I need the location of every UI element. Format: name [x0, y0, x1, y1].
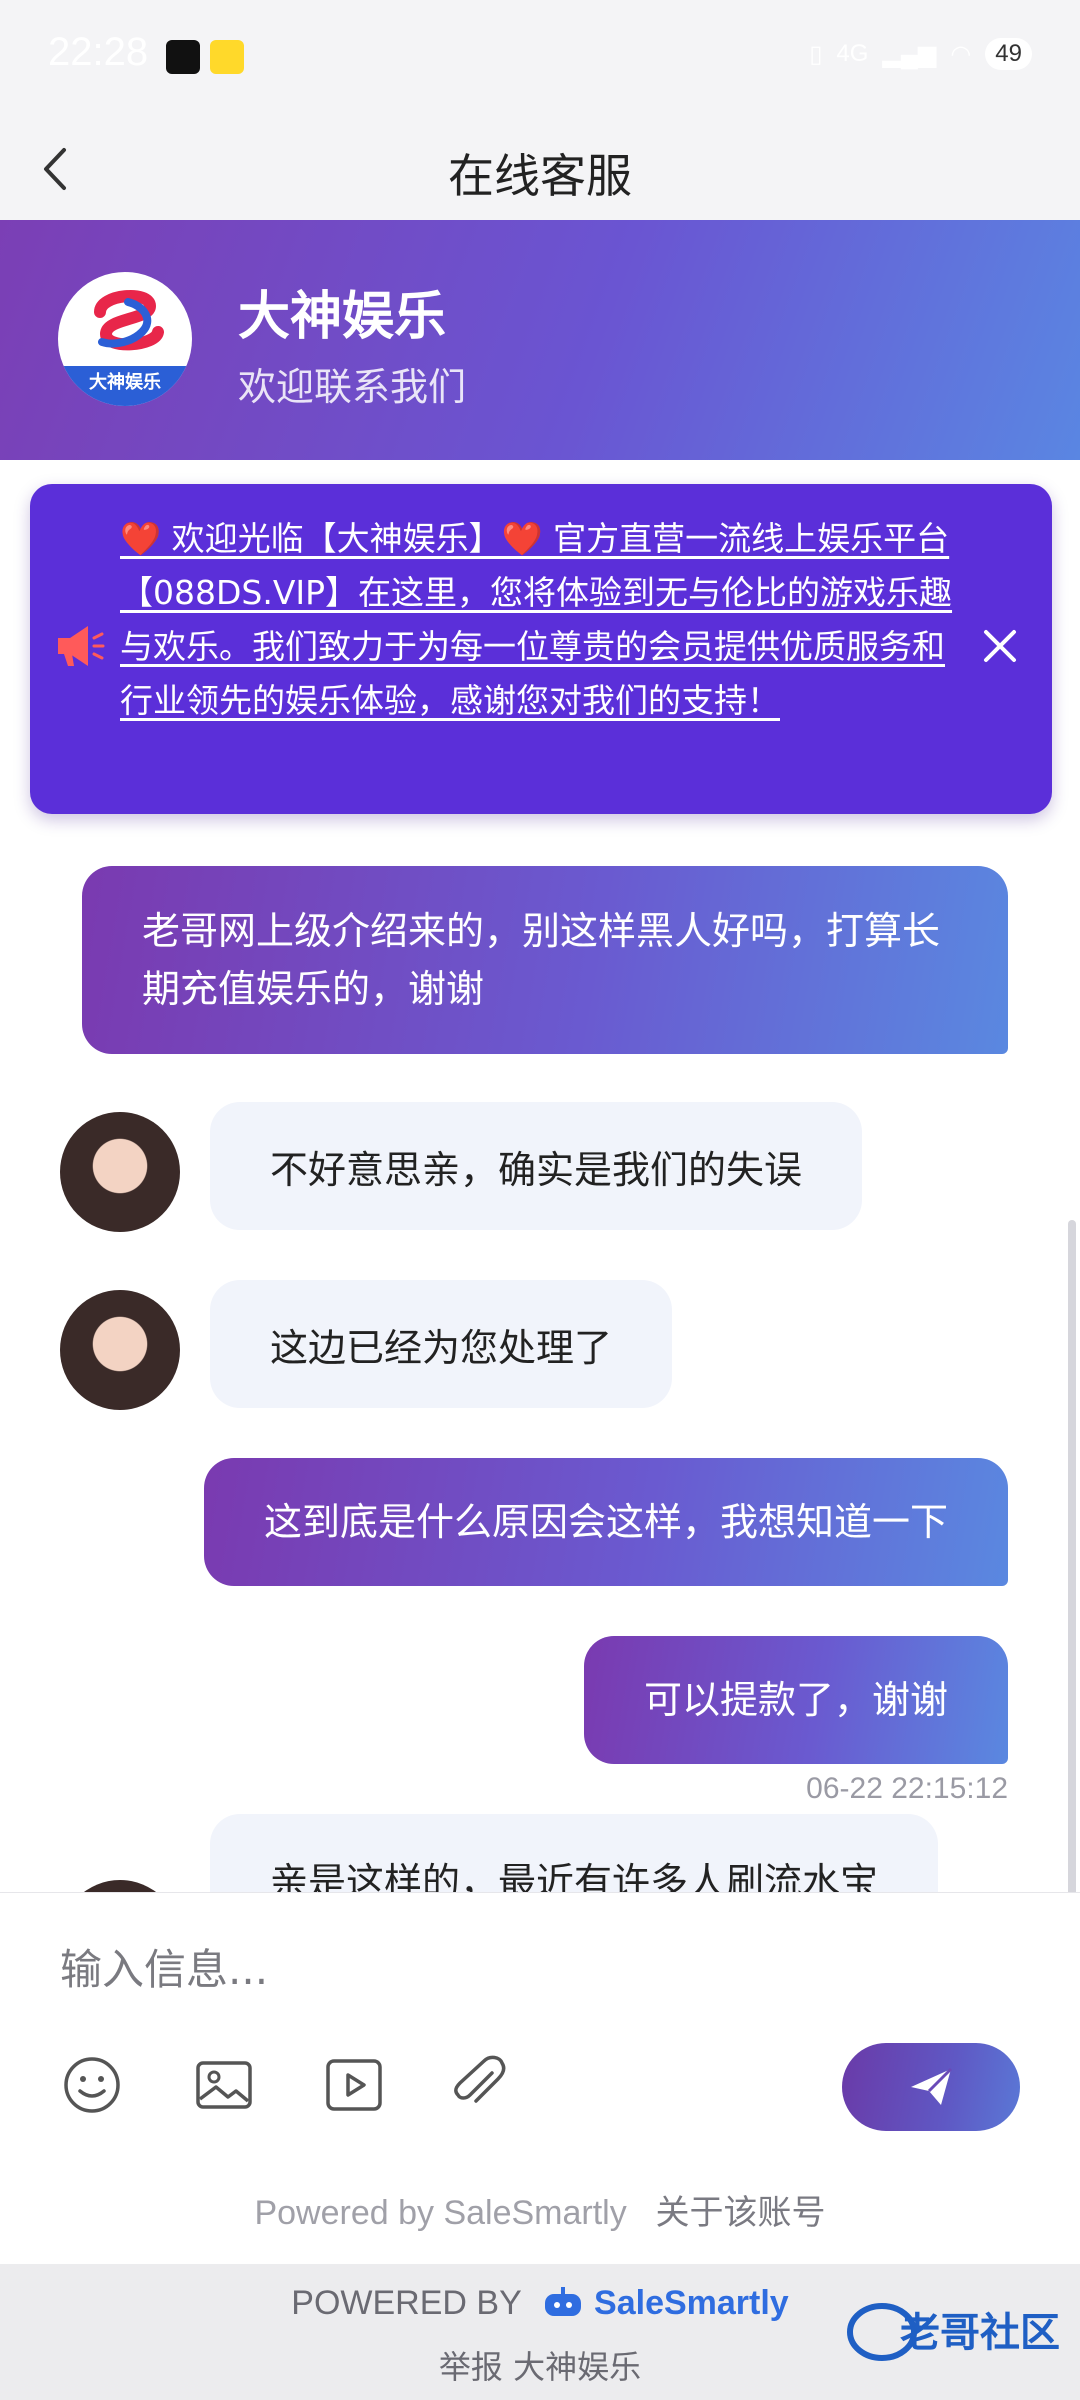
agent-avatar	[60, 1112, 180, 1232]
wifi-icon: ◠	[950, 40, 972, 68]
network-type-icon: 4G	[836, 40, 869, 67]
page-title: 在线客服	[448, 149, 632, 203]
watermark-text: 老哥社区	[900, 2310, 1060, 2356]
signal-icon: ▂▄▆	[882, 40, 937, 68]
announcement-banner[interactable]: ❤️ 欢迎光临【大神娱乐】❤️ 官方直营一流线上娱乐平台【088DS.VIP】在…	[30, 484, 1052, 814]
message-bubble-outgoing: 这到底是什么原因会这样，我想知道一下	[203, 1458, 1008, 1586]
message-text: 不好意思亲，确实是我们的失误	[270, 1147, 803, 1192]
megaphone-icon	[58, 626, 105, 666]
robot-icon	[544, 2287, 581, 2316]
message-text: 老哥网上级介绍来的，别这样黑人好吗，打算长期充值娱乐的，谢谢	[142, 909, 941, 1011]
status-time: 22:28	[48, 30, 149, 74]
salesmartly-brand-text: SaleSmartly	[594, 2284, 789, 2322]
image-icon[interactable]	[192, 2053, 256, 2117]
tiktok-icon	[166, 40, 200, 74]
watermark-logo: 老哥社区	[847, 2303, 1060, 2361]
message-input[interactable]	[60, 1929, 960, 2009]
message-composer: Powered by SaleSmartly 关于该账号	[0, 1892, 1080, 2264]
app-notification-icon	[210, 40, 244, 74]
brand-logo: 大神娱乐	[58, 272, 192, 406]
send-icon	[911, 2067, 953, 2105]
message-bubble-outgoing: 老哥网上级介绍来的，别这样黑人好吗，打算长期充值娱乐的，谢谢	[82, 866, 1008, 1054]
page-footer: POWERED BY SaleSmartly 举报 大神娱乐 老哥社区	[0, 2264, 1080, 2400]
emoji-icon[interactable]	[60, 2053, 124, 2117]
message-bubble-incoming: 不好意思亲，确实是我们的失误	[210, 1102, 863, 1230]
agent-avatar	[60, 1290, 180, 1410]
message-text: 亲是这样的，最近有许多人刷流水宝	[270, 1859, 879, 1893]
message-text: 可以提款了，谢谢	[643, 1678, 948, 1722]
brand-subtitle: 欢迎联系我们	[238, 365, 467, 409]
message-bubble-incoming: 这边已经为您处理了	[210, 1280, 673, 1408]
video-icon[interactable]	[322, 2053, 386, 2117]
message-bubble-outgoing: 可以提款了，谢谢	[583, 1636, 1008, 1764]
message-bubble-incoming: 亲是这样的，最近有许多人刷流水宝	[210, 1814, 939, 1893]
about-account-link[interactable]: 关于该账号	[656, 2193, 826, 2233]
message-text: 这到底是什么原因会这样，我想知道一下	[263, 1500, 948, 1544]
logo-label: 大神娱乐	[58, 366, 192, 406]
battery-indicator: 49	[985, 38, 1032, 70]
chat-scrollbar[interactable]	[1068, 1220, 1076, 1892]
announcement-text[interactable]: ❤️ 欢迎光临【大神娱乐】❤️ 官方直营一流线上娱乐平台【088DS.VIP】在…	[120, 512, 970, 728]
agent-avatar	[60, 1880, 180, 1892]
vibrate-icon: ▯	[809, 40, 823, 68]
message-text: 这边已经为您处理了	[270, 1325, 613, 1370]
message-timestamp: 06-22 22:15:12	[806, 1772, 1008, 1805]
footer-powered-label: POWERED BY	[291, 2284, 522, 2322]
logo-mark-icon	[94, 290, 164, 351]
brand-name: 大神娱乐	[238, 287, 447, 347]
nav-bar: 在线客服	[0, 118, 1080, 220]
attachment-icon[interactable]	[448, 2053, 512, 2117]
powered-by-text: Powered by SaleSmartly	[254, 2194, 627, 2232]
status-bar: 22:28 ▯ 4G ▂▄▆ ◠ 49	[0, 0, 1080, 118]
send-button[interactable]	[842, 2043, 1020, 2131]
chat-header: 大神娱乐 大神娱乐 欢迎联系我们	[0, 220, 1080, 460]
close-icon[interactable]	[978, 624, 1022, 668]
salesmartly-logo[interactable]: SaleSmartly	[541, 2284, 789, 2322]
